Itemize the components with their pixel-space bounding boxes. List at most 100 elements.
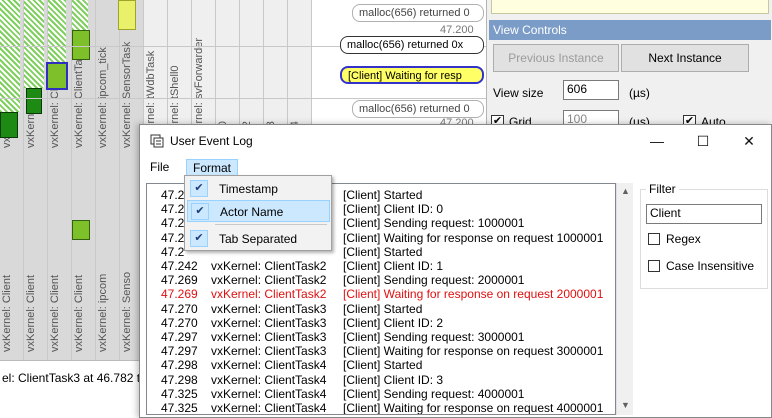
trace-activity-bar (0, 0, 20, 112)
trace-event-bubble[interactable]: malloc(656) returned 0 (352, 4, 484, 22)
trace-gridline (0, 98, 486, 99)
view-size-input[interactable]: 606 (563, 80, 619, 100)
log-actor: vxKernel: ClientTask2 (211, 273, 327, 288)
trace-event-bubble-selected[interactable]: [Client] Waiting for resp (340, 66, 484, 84)
log-time: 47.269 (161, 287, 198, 302)
log-message: [Client] Started (343, 188, 423, 202)
log-actor: vxKernel: ClientTask3 (211, 344, 327, 359)
trace-time-label: 47.200 (440, 24, 474, 36)
log-message: [Client] Client ID: 0 (343, 202, 444, 217)
log-time: 47.242 (161, 259, 198, 273)
trace-state-box[interactable] (118, 0, 136, 30)
check-icon: ✔ (190, 180, 208, 197)
log-message: [Client] Started (343, 358, 423, 373)
log-message: [Client] Client ID: 3 (343, 372, 444, 387)
log-message: [Client] Waiting for response on request… (343, 287, 604, 302)
user-event-log-dialog: User Event Log — ☐ ✕ File Format 47.2 [Cl… (139, 124, 772, 418)
previous-instance-button[interactable]: Previous Instance (493, 44, 619, 72)
event-details-area (491, 0, 769, 14)
trace-state-box[interactable] (72, 220, 90, 240)
log-time: 47.325 (161, 401, 198, 415)
log-actor: vxKernel: ClientTask3 (211, 315, 327, 330)
dialog-titlebar[interactable]: User Event Log — ☐ ✕ (140, 125, 771, 157)
dialog-menubar: File Format (140, 157, 771, 177)
regex-checkbox[interactable] (648, 233, 660, 245)
log-time: 47.297 (161, 344, 198, 359)
format-menu: ✔ Timestamp ✔ Actor Name ✔ Tab Separated (184, 175, 332, 251)
log-actor: vxKernel: ClientTask4 (211, 401, 327, 415)
menu-separator (215, 224, 327, 225)
filter-input[interactable]: Client (646, 204, 762, 224)
log-actor: vxKernel: ClientTask2 (211, 287, 327, 302)
log-message: [Client] Sending request: 1000001 (343, 216, 525, 231)
trace-state-box[interactable] (0, 112, 18, 138)
app-icon (150, 134, 164, 148)
case-insensitive-checkbox[interactable] (648, 260, 660, 272)
format-menu-item-timestamp[interactable]: ✔ Timestamp (187, 178, 330, 200)
trace-column-label: vxKernel: ipcom_tick (97, 47, 109, 148)
log-time: 47.270 (161, 301, 198, 316)
trace-selected-box[interactable] (46, 62, 68, 90)
log-message: [Client] Waiting for response on request… (343, 344, 604, 359)
log-time: 47.325 (161, 386, 198, 401)
log-message: [Client] Started (343, 244, 423, 259)
log-time: 47.2 (161, 202, 185, 217)
view-controls-header: View Controls (489, 20, 771, 40)
log-time: 47.2 (161, 244, 185, 259)
close-icon[interactable]: ✕ (726, 125, 772, 157)
log-message: [Client] Sending request: 3000001 (343, 330, 525, 344)
log-time: 47.2 (161, 216, 185, 231)
dialog-title: User Event Log (170, 134, 253, 148)
log-message: [Client] Started (343, 301, 423, 316)
log-message: [Client] Waiting for response on request… (343, 230, 604, 245)
next-instance-button[interactable]: Next Instance (621, 44, 749, 72)
trace-event-bubble[interactable]: malloc(656) returned 0x (340, 36, 484, 54)
log-actor: vxKernel: ClientTask2 (211, 259, 327, 273)
scroll-down-icon[interactable]: ▼ (617, 397, 634, 414)
maximize-icon[interactable]: ☐ (680, 125, 726, 157)
log-actor: vxKernel: ClientTask4 (211, 372, 327, 387)
format-menu-label: Actor Name (220, 205, 284, 219)
trace-column-bottom-label: vxKernel: Client (49, 274, 61, 352)
log-message: [Client] Client ID: 1 (343, 259, 444, 273)
filter-legend: Filter (646, 182, 679, 196)
format-menu-item-tab-separated[interactable]: ✔ Tab Separated (187, 228, 330, 250)
view-size-label: View size (493, 86, 544, 100)
format-menu-item-actor-name[interactable]: ✔ Actor Name (187, 200, 330, 222)
check-icon: ✔ (190, 230, 208, 247)
log-actor: vxKernel: ClientTask3 (211, 330, 327, 344)
case-insensitive-label: Case Insensitive (666, 259, 755, 273)
log-message: [Client] Sending request: 4000001 (343, 386, 525, 401)
log-actor: vxKernel: ClientTask4 (211, 358, 327, 373)
log-actor: vxKernel: ClientTask4 (211, 386, 327, 401)
log-message: [Client] Waiting for response on request… (343, 401, 604, 415)
log-time: 47.2 (161, 230, 185, 245)
check-icon: ✔ (191, 203, 209, 220)
log-message: [Client] Sending request: 2000001 (343, 273, 525, 288)
log-row[interactable]: 47.325 vxKernel: ClientTask4 [Client] Wait… (147, 400, 607, 415)
event-log-scrollbar[interactable]: ▲ ▼ (616, 183, 633, 415)
trace-state-box[interactable] (26, 88, 42, 114)
trace-column-bottom-label: vxKernel: Client (73, 274, 85, 352)
log-time: 47.297 (161, 330, 198, 344)
log-time: 47.298 (161, 358, 198, 373)
menu-file[interactable]: File (144, 159, 175, 177)
minimize-icon[interactable]: — (634, 125, 680, 157)
format-menu-label: Tab Separated (219, 232, 298, 246)
log-time: 47.298 (161, 372, 198, 387)
trace-state-box[interactable] (72, 30, 90, 60)
log-time: 47.269 (161, 273, 198, 288)
log-time: 47.2 (161, 188, 185, 202)
log-time: 47.270 (161, 315, 198, 330)
scroll-up-icon[interactable]: ▲ (617, 183, 634, 200)
view-size-unit: (µs) (629, 86, 650, 100)
trace-activity-bar (72, 0, 88, 30)
filter-group: Filter Client Regex Case Insensitive (640, 181, 768, 417)
trace-column-bottom-label: vxKernel: ipcom (97, 273, 109, 352)
trace-status-text: el: ClientTask3 at 46.782 to 4 (0, 360, 139, 400)
trace-event-bubble[interactable]: malloc(656) returned 0 (352, 100, 484, 118)
trace-column-bottom-label: vxKernel: Client (25, 274, 37, 352)
trace-activity-bar (24, 0, 44, 88)
trace-column-bottom-label: vxKernel: Client (1, 274, 13, 352)
log-actor: vxKernel: ClientTask3 (211, 301, 327, 316)
